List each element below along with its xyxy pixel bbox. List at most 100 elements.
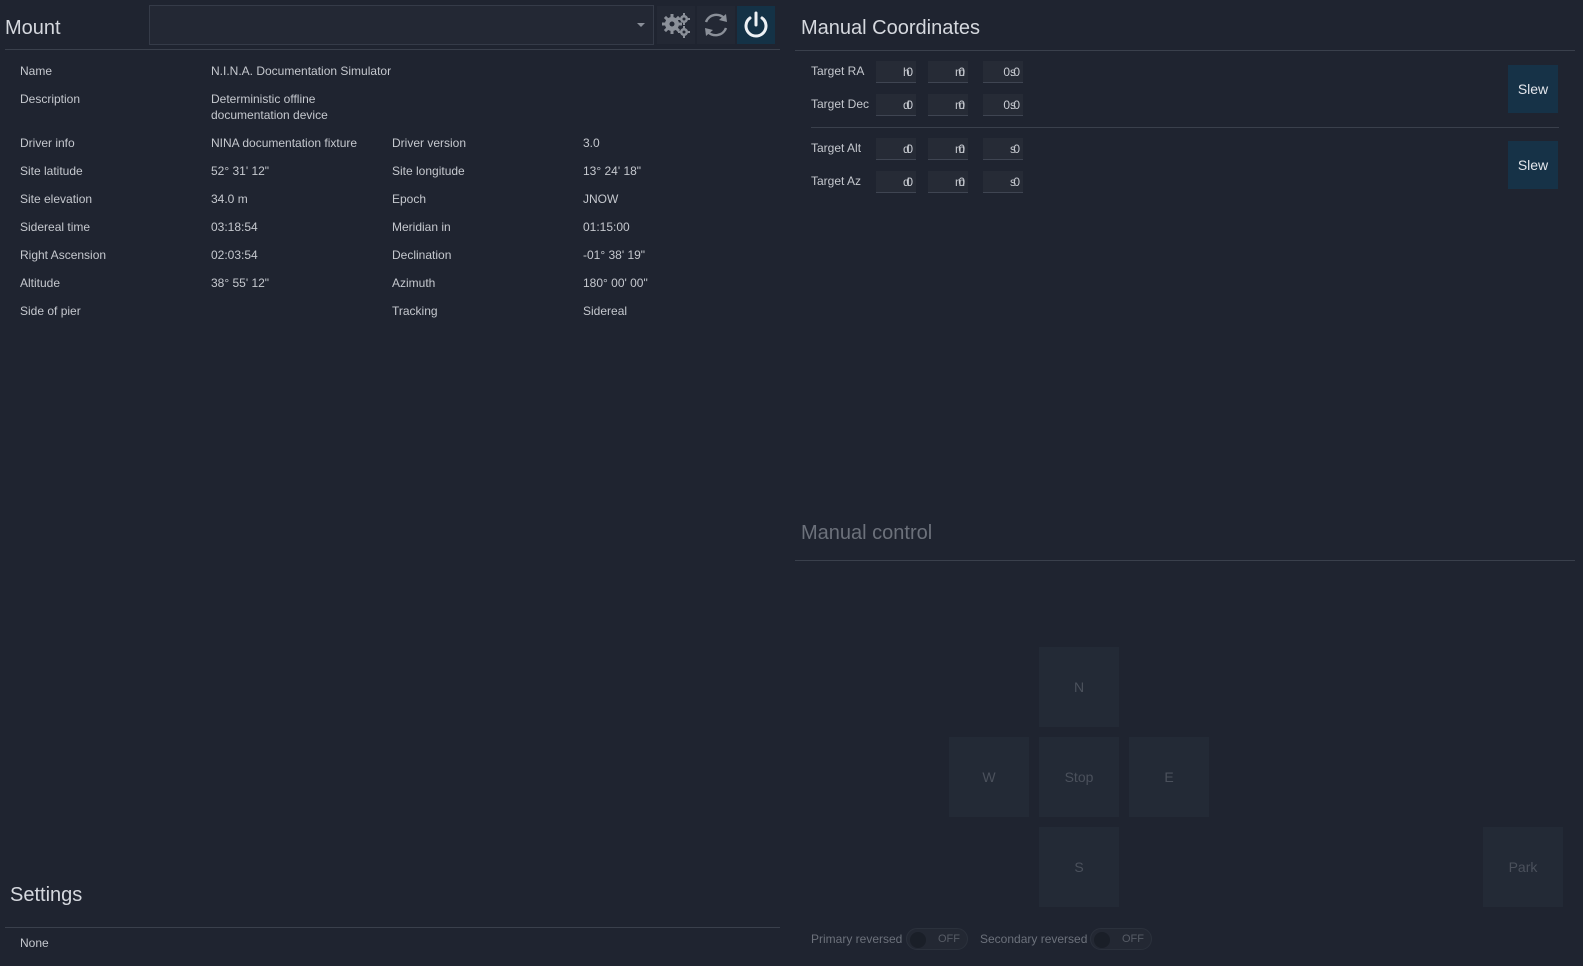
coordinates-separator <box>811 127 1559 128</box>
tracking-label: Tracking <box>392 304 438 318</box>
meridian-in-label: Meridian in <box>392 220 451 234</box>
stop-button[interactable]: Stop <box>1039 737 1119 817</box>
description-value-line1: Deterministic offline <box>211 92 316 106</box>
mount-title: Mount <box>5 17 61 39</box>
settings-divider <box>5 927 780 928</box>
description-value-line2: documentation device <box>211 108 328 122</box>
move-west-button[interactable]: W <box>949 737 1029 817</box>
driver-version-label: Driver version <box>392 136 467 150</box>
park-button[interactable]: Park <box>1483 827 1563 907</box>
settings-value: None <box>20 936 49 950</box>
mount-panel: Mount Name N.I.N.A. Documentation Simula… <box>5 0 787 966</box>
power-icon <box>744 11 768 38</box>
refresh-button[interactable] <box>697 6 735 44</box>
move-north-button[interactable]: N <box>1039 647 1119 727</box>
secondary-reversed-label: Secondary reversed <box>980 932 1088 946</box>
meridian-in-value: 01:15:00 <box>583 220 630 234</box>
target-ra-seconds-input[interactable] <box>983 61 1023 83</box>
info-row-site: Site latitude 52° 31' 12" Site longitude… <box>20 156 780 184</box>
site-latitude-label: Site latitude <box>20 164 83 178</box>
info-row-driver: Driver info NINA documentation fixture D… <box>20 128 780 156</box>
target-ra-row: Target RA h m s <box>811 61 1051 83</box>
secondary-reversed-state: OFF <box>1122 933 1144 945</box>
info-row-time: Sidereal time 03:18:54 Meridian in 01:15… <box>20 212 780 240</box>
gears-icon <box>662 13 690 38</box>
target-dec-degrees-unit: d <box>903 98 910 112</box>
mount-info-table: Name N.I.N.A. Documentation Simulator De… <box>20 56 780 324</box>
slew-radec-button[interactable]: Slew <box>1508 65 1558 113</box>
target-az-seconds-input[interactable] <box>983 171 1023 193</box>
altitude-label: Altitude <box>20 276 61 290</box>
info-row-name: Name N.I.N.A. Documentation Simulator <box>20 56 780 84</box>
primary-reversed-label: Primary reversed <box>811 932 903 946</box>
target-alt-label: Target Alt <box>811 141 862 155</box>
sidereal-time-value: 03:18:54 <box>211 220 258 234</box>
primary-reversed-toggle[interactable]: OFF <box>906 928 968 950</box>
mount-page: Mount Name N.I.N.A. Documentation Simula… <box>0 0 1583 966</box>
side-of-pier-label: Side of pier <box>20 304 81 318</box>
target-ra-label: Target RA <box>811 64 865 78</box>
driver-info-value: NINA documentation fixture <box>211 136 358 150</box>
target-az-label: Target Az <box>811 174 862 188</box>
manual-control-divider <box>795 560 1575 561</box>
info-row-radec: Right Ascension 02:03:54 Declination -01… <box>20 240 780 268</box>
target-dec-label: Target Dec <box>811 97 870 111</box>
target-dec-row: Target Dec d m s <box>811 94 1051 116</box>
azimuth-label: Azimuth <box>392 276 436 290</box>
manual-control-title: Manual control <box>801 522 933 544</box>
move-south-button[interactable]: S <box>1039 827 1119 907</box>
name-label: Name <box>20 64 53 78</box>
info-row-altaz: Altitude 38° 55' 12" Azimuth 180° 00' 00… <box>20 268 780 296</box>
driver-version-value: 3.0 <box>583 136 600 150</box>
right-ascension-label: Right Ascension <box>20 248 107 262</box>
connect-power-button[interactable] <box>737 6 775 44</box>
target-dec-degrees-input[interactable] <box>876 94 916 116</box>
settings-button[interactable] <box>657 6 695 44</box>
info-row-description: Description Deterministic offline docume… <box>20 84 780 128</box>
info-row-pier: Side of pier Tracking Sidereal <box>20 296 780 324</box>
target-az-seconds-unit: s <box>1010 175 1016 189</box>
device-select[interactable] <box>149 5 654 45</box>
target-alt-minutes-unit: m <box>955 142 965 156</box>
site-elevation-value: 34.0 m <box>211 192 248 206</box>
info-row-elevation: Site elevation 34.0 m Epoch JNOW <box>20 184 780 212</box>
epoch-label: Epoch <box>392 192 427 206</box>
toggle-knob <box>910 932 926 948</box>
target-alt-seconds-input[interactable] <box>983 138 1023 160</box>
primary-reversed-state: OFF <box>938 933 960 945</box>
tracking-value: Sidereal <box>583 304 628 318</box>
manual-coordinates-panel: Manual Coordinates Target RA h m s Targe… <box>795 0 1583 500</box>
manual-coordinates-divider <box>795 50 1575 51</box>
target-dec-seconds-input[interactable] <box>983 94 1023 116</box>
description-label: Description <box>20 92 81 106</box>
target-az-degrees-unit: d <box>903 175 910 189</box>
altitude-value: 38° 55' 12" <box>211 276 270 290</box>
driver-info-label: Driver info <box>20 136 75 150</box>
target-az-degrees-input[interactable] <box>876 171 916 193</box>
target-dec-seconds-unit: s <box>1010 98 1016 112</box>
site-latitude-value: 52° 31' 12" <box>211 164 270 178</box>
sidereal-time-label: Sidereal time <box>20 220 91 234</box>
right-ascension-value: 02:03:54 <box>211 248 258 262</box>
target-ra-seconds-unit: s <box>1010 65 1016 79</box>
target-alt-degrees-unit: d <box>903 142 910 156</box>
name-value: N.I.N.A. Documentation Simulator <box>211 64 392 78</box>
declination-value: -01° 38' 19" <box>583 248 646 262</box>
target-ra-hours-unit: h <box>903 65 910 79</box>
site-longitude-label: Site longitude <box>392 164 465 178</box>
declination-label: Declination <box>392 248 452 262</box>
target-ra-hours-input[interactable] <box>876 61 916 83</box>
chevron-down-icon <box>637 23 645 27</box>
epoch-value: JNOW <box>583 192 619 206</box>
secondary-reversed-toggle[interactable]: OFF <box>1090 928 1152 950</box>
target-ra-minutes-unit: m <box>955 65 965 79</box>
move-east-button[interactable]: E <box>1129 737 1209 817</box>
site-elevation-label: Site elevation <box>20 192 93 206</box>
target-alt-degrees-input[interactable] <box>876 138 916 160</box>
slew-altaz-button[interactable]: Slew <box>1508 141 1558 189</box>
description-value: Deterministic offline documentation devi… <box>211 91 391 123</box>
target-az-minutes-unit: m <box>955 175 965 189</box>
settings-title: Settings <box>10 884 83 906</box>
mount-header: Mount <box>5 4 787 48</box>
azimuth-value: 180° 00' 00" <box>583 276 648 290</box>
